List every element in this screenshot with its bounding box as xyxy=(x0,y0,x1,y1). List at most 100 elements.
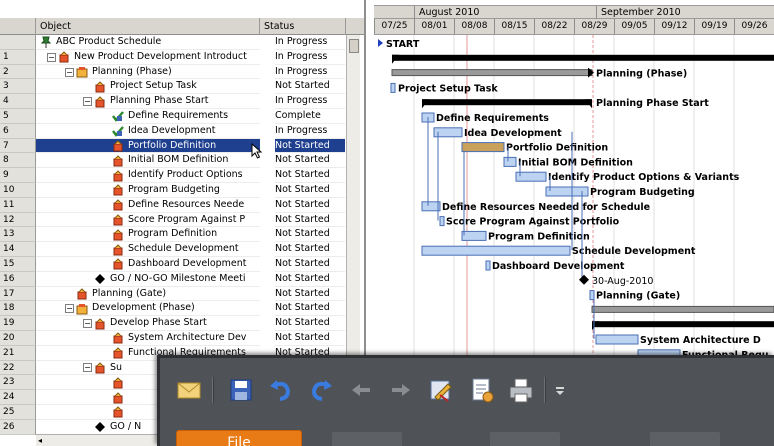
row-number[interactable]: 11 xyxy=(0,197,36,213)
task-row[interactable]: 7 Portfolio Definition Not Started xyxy=(0,138,364,154)
phase-bar[interactable] xyxy=(591,305,774,313)
row-number[interactable]: 2 xyxy=(0,64,36,80)
status-cell[interactable]: Not Started xyxy=(275,287,345,302)
status-cell[interactable]: Not Started xyxy=(275,153,345,169)
row-number[interactable]: 9 xyxy=(0,168,36,183)
status-cell[interactable]: Not Started xyxy=(275,79,345,95)
collapse-toggle-icon[interactable]: − xyxy=(83,363,92,373)
task-row[interactable]: 17 Planning (Gate) Not Started xyxy=(0,286,364,302)
collapse-toggle-icon[interactable]: − xyxy=(83,319,92,329)
row-number[interactable]: 25 xyxy=(0,404,36,420)
status-cell[interactable]: Not Started xyxy=(275,183,345,198)
task-row[interactable]: 15 Dashboard Development Not Started xyxy=(0,256,364,272)
task-row[interactable]: 9 Identify Product Options Not Started xyxy=(0,168,364,183)
status-cell[interactable]: In Progress xyxy=(275,94,345,109)
task-name-cell[interactable]: − New Product Development Introduct xyxy=(36,50,260,65)
task-name-cell[interactable]: System Architecture Dev xyxy=(36,331,260,346)
task-name-cell[interactable]: Planning (Gate) xyxy=(36,287,260,302)
collapse-toggle-icon[interactable]: − xyxy=(65,67,74,77)
row-number[interactable]: 8 xyxy=(0,153,36,169)
row-number[interactable]: 22 xyxy=(0,360,36,376)
task-bar[interactable] xyxy=(421,201,441,212)
task-row[interactable]: 18 − Development (Phase) Not Started xyxy=(0,301,364,317)
start-marker-icon[interactable] xyxy=(378,39,383,47)
status-cell[interactable]: Not Started xyxy=(275,138,345,154)
task-name-cell[interactable]: Portfolio Definition xyxy=(36,138,260,154)
status-cell[interactable]: Not Started xyxy=(275,257,345,272)
undo-icon[interactable] xyxy=(266,375,296,405)
task-name-cell[interactable]: − Development (Phase) xyxy=(36,301,260,317)
summary-bar[interactable] xyxy=(392,54,774,61)
scrollbar-thumb[interactable] xyxy=(349,39,359,53)
row-number[interactable] xyxy=(0,35,36,50)
task-row[interactable]: 19 − Develop Phase Start Not Started xyxy=(0,316,364,331)
row-number[interactable]: 5 xyxy=(0,108,36,124)
task-name-cell[interactable]: GO / NO-GO Milestone Meeti xyxy=(36,272,260,287)
task-name-cell[interactable]: Program Budgeting xyxy=(36,183,260,198)
task-name-cell[interactable]: Identify Product Options xyxy=(36,168,260,183)
row-number[interactable]: 20 xyxy=(0,330,36,346)
status-cell[interactable]: In Progress xyxy=(275,35,345,50)
task-row[interactable]: 20 System Architecture Dev Not Started xyxy=(0,330,364,346)
task-row[interactable]: 6 Idea Development In Progress xyxy=(0,123,364,139)
task-name-cell[interactable]: Schedule Development xyxy=(36,242,260,257)
task-row[interactable]: 10 Program Budgeting Not Started xyxy=(0,182,364,198)
status-cell[interactable]: In Progress xyxy=(275,65,345,80)
outdent-icon[interactable] xyxy=(346,375,376,405)
row-number[interactable]: 21 xyxy=(0,345,36,361)
task-name-cell[interactable]: Score Program Against P xyxy=(36,213,260,228)
row-number[interactable]: 26 xyxy=(0,419,36,435)
task-row[interactable]: 12 Score Program Against P Not Started xyxy=(0,212,364,228)
row-number[interactable]: 7 xyxy=(0,138,36,154)
email-icon[interactable] xyxy=(174,375,204,405)
milestone-diamond-icon[interactable] xyxy=(579,274,589,285)
row-number[interactable]: 24 xyxy=(0,390,36,405)
task-row[interactable]: 5 Define Requirements Complete xyxy=(0,108,364,124)
status-cell[interactable]: Not Started xyxy=(275,227,345,243)
task-bar[interactable] xyxy=(461,230,487,241)
status-cell[interactable]: Not Started xyxy=(275,198,345,213)
object-column-header[interactable]: Object xyxy=(36,18,260,35)
task-name-cell[interactable]: − Planning Phase Start xyxy=(36,94,260,109)
row-number[interactable]: 1 xyxy=(0,49,36,65)
status-cell[interactable]: Not Started xyxy=(275,331,345,346)
ribbon-tab[interactable] xyxy=(332,432,402,446)
row-number[interactable]: 3 xyxy=(0,79,36,95)
task-bar[interactable] xyxy=(461,142,505,153)
task-bar[interactable] xyxy=(439,216,445,227)
task-row[interactable]: 2 − Planning (Phase) In Progress xyxy=(0,64,364,80)
task-row[interactable]: 11 Define Resources Neede Not Started xyxy=(0,197,364,213)
task-name-cell[interactable]: Define Requirements xyxy=(36,109,260,124)
status-cell[interactable]: Not Started xyxy=(275,168,345,183)
row-number[interactable]: 17 xyxy=(0,286,36,302)
task-bar[interactable] xyxy=(485,260,491,271)
task-name-cell[interactable]: Project Setup Task xyxy=(36,79,260,95)
task-bar[interactable] xyxy=(421,245,571,256)
task-name-cell[interactable]: Dashboard Development xyxy=(36,257,260,272)
phase-bar[interactable] xyxy=(391,69,593,77)
task-row[interactable]: 1 − New Product Development Introduct In Pr… xyxy=(0,49,364,65)
row-number[interactable]: 10 xyxy=(0,182,36,198)
summary-bar[interactable] xyxy=(592,321,774,328)
scroll-left-arrow-icon[interactable]: ◂ xyxy=(38,436,42,445)
row-number[interactable]: 16 xyxy=(0,271,36,287)
task-bar[interactable] xyxy=(390,82,396,93)
ribbon-tab[interactable] xyxy=(490,432,560,446)
print-icon[interactable] xyxy=(506,375,536,405)
ribbon-tab[interactable] xyxy=(650,432,720,446)
task-row[interactable]: ABC Product Schedule In Progress xyxy=(0,35,364,50)
row-number[interactable]: 13 xyxy=(0,227,36,243)
task-row[interactable]: 8 Initial BOM Definition Not Started xyxy=(0,153,364,169)
row-number[interactable]: 19 xyxy=(0,316,36,331)
page-setup-icon[interactable] xyxy=(466,375,496,405)
row-number[interactable]: 12 xyxy=(0,212,36,228)
task-row[interactable]: 4 − Planning Phase Start In Progress xyxy=(0,94,364,109)
task-name-cell[interactable]: Program Definition xyxy=(36,227,260,243)
task-name-cell[interactable]: ABC Product Schedule xyxy=(36,35,260,50)
task-name-cell[interactable]: − Develop Phase Start xyxy=(36,316,260,331)
status-cell[interactable]: In Progress xyxy=(275,124,345,139)
row-number[interactable]: 4 xyxy=(0,94,36,109)
task-name-cell[interactable]: Idea Development xyxy=(36,124,260,139)
collapse-toggle-icon[interactable]: − xyxy=(83,97,92,107)
redo-icon[interactable] xyxy=(306,375,336,405)
